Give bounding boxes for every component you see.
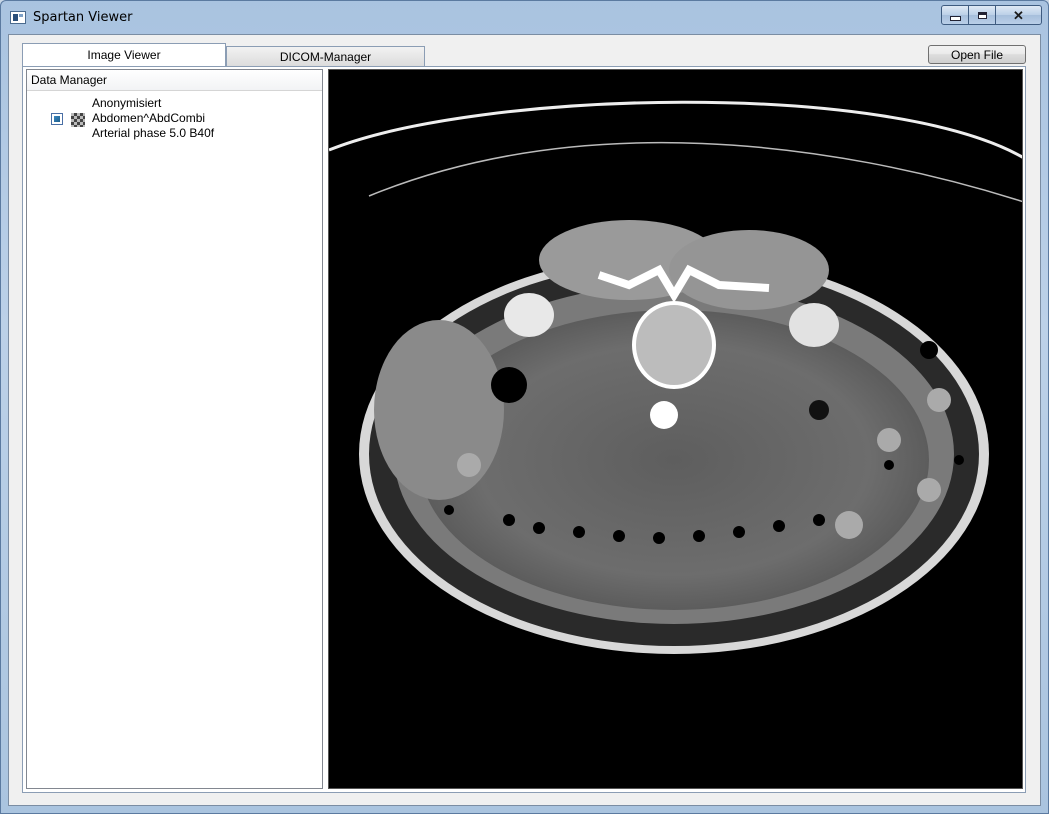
minimize-button[interactable]	[941, 5, 969, 25]
maximize-icon	[977, 11, 987, 19]
data-manager-item[interactable]: Anonymisiert Abdomen^AbdCombi Arterial p…	[51, 96, 321, 144]
image-viewer-panel: Data Manager Anonymisiert Abdomen^AbdCom…	[22, 66, 1026, 793]
client-area: Image Viewer DICOM-Manager Open File Dat…	[8, 34, 1041, 806]
dataset-label-line-2: Abdomen^AbdCombi	[92, 111, 206, 125]
ct-slice-image	[329, 100, 1022, 654]
window-frame: Spartan Viewer ✕ Image Viewer DICOM-Mana…	[0, 0, 1049, 814]
dataset-label-line-3: Arterial phase 5.0 B40f	[92, 126, 215, 140]
maximize-button[interactable]	[969, 5, 996, 25]
tab-dicom-manager[interactable]: DICOM-Manager	[226, 46, 425, 66]
minimize-icon	[949, 15, 961, 21]
dataset-label-line-1: Anonymisiert	[92, 96, 162, 110]
app-icon	[10, 11, 26, 24]
data-manager-panel: Data Manager Anonymisiert Abdomen^AbdCom…	[26, 69, 323, 789]
tab-image-viewer[interactable]: Image Viewer	[22, 43, 226, 66]
close-button[interactable]: ✕	[996, 5, 1042, 25]
image-thumbnail-icon	[71, 113, 85, 127]
title-bar[interactable]: Spartan Viewer ✕	[0, 0, 1049, 34]
open-file-button[interactable]: Open File	[928, 45, 1026, 64]
close-icon: ✕	[1013, 7, 1024, 23]
image-viewport[interactable]	[328, 69, 1023, 789]
data-manager-header[interactable]: Data Manager	[27, 70, 322, 91]
dataset-label: Anonymisiert Abdomen^AbdCombi Arterial p…	[92, 96, 214, 141]
window-title: Spartan Viewer	[33, 10, 133, 25]
visibility-checkbox[interactable]	[51, 113, 63, 125]
window-controls: ✕	[941, 5, 1042, 25]
